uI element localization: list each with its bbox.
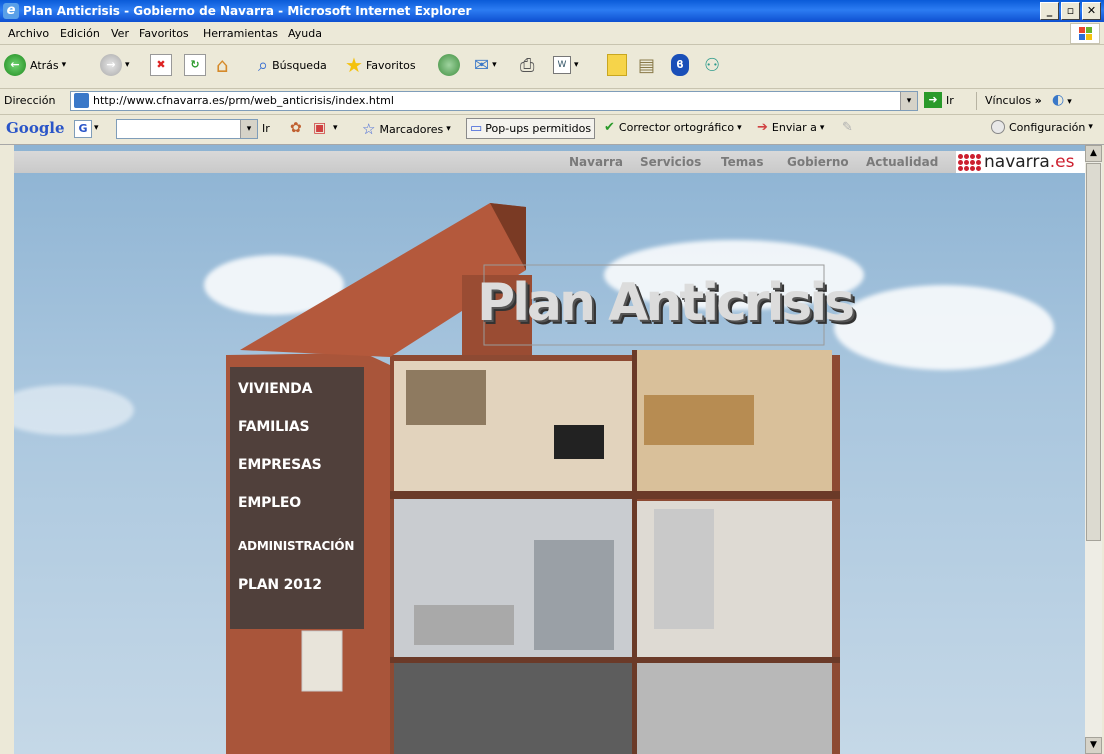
nav-gobierno[interactable]: Gobierno	[787, 155, 849, 169]
ie-icon: e	[3, 3, 19, 19]
notes-icon	[607, 54, 627, 76]
people-icon: ⚇	[704, 54, 721, 76]
pagerank-icon[interactable]: ✿	[290, 120, 302, 136]
navarra-logo[interactable]: navarra.es	[956, 151, 1085, 173]
popup-window-icon: ▭	[470, 121, 483, 136]
messenger-button[interactable]: ▤	[638, 52, 655, 78]
menu-herramientas[interactable]: Herramientas	[203, 27, 278, 40]
menu-edicion[interactable]: Edición	[60, 27, 100, 40]
print-button[interactable]: ⎙	[520, 52, 534, 78]
spellcheck-icon: ✔	[604, 120, 615, 135]
menu-favoritos[interactable]: Favoritos	[139, 27, 189, 40]
address-bar: Dirección http://www.cfnavarra.es/prm/we…	[0, 88, 1104, 115]
bluetooth-button[interactable]: ϐ	[671, 52, 689, 78]
address-dropdown-icon[interactable]: ▾	[900, 92, 917, 110]
address-input[interactable]: http://www.cfnavarra.es/prm/web_anticris…	[70, 91, 918, 111]
toolbox-icon: ▤	[638, 54, 656, 76]
search-icon: ⌕	[258, 54, 269, 76]
popups-button[interactable]: ▭ Pop-ups permitidos	[466, 118, 596, 139]
google-logo: Google	[6, 119, 65, 137]
side-menu: VIVIENDA FAMILIAS EMPRESAS EMPLEO ADMINI…	[230, 367, 364, 629]
people-button[interactable]: ⚇	[704, 52, 720, 78]
settings-icon	[991, 120, 1005, 134]
site-nav: Navarra Servicios Temas Gobierno Actuali…	[14, 151, 1085, 173]
mail-button[interactable]: ✉ ▾	[474, 52, 497, 78]
menu-ayuda[interactable]: Ayuda	[288, 27, 322, 40]
stop-icon: ✖	[150, 54, 172, 76]
globe-icon: ◐	[1052, 92, 1065, 108]
spellcheck-button[interactable]: ✔ Corrector ortográfico ▾	[604, 120, 742, 135]
google-search-dropdown-icon[interactable]: ▾	[240, 120, 257, 138]
menu-empresas[interactable]: EMPRESAS	[238, 457, 322, 473]
send-to-button[interactable]: ➔ Enviar a ▾	[757, 120, 824, 135]
vertical-scrollbar[interactable]: ▲ ▼	[1085, 145, 1102, 754]
translate-button[interactable]: ◐ ▾	[1052, 92, 1072, 108]
send-arrow-icon: ➔	[757, 120, 768, 135]
search-button[interactable]: ⌕ Búsqueda	[258, 52, 327, 78]
refresh-icon: ↻	[184, 54, 206, 76]
page-icon	[74, 93, 89, 108]
nav-servicios[interactable]: Servicios	[640, 155, 701, 169]
settings-button[interactable]: Configuración ▾	[991, 120, 1093, 134]
maximize-button[interactable]: ▫	[1061, 2, 1080, 20]
windows-logo-icon	[1070, 23, 1100, 44]
window-title-bar[interactable]: e Plan Anticrisis - Gobierno de Navarra …	[0, 0, 1104, 22]
page-content: Plan Anticrisis VIVIENDA FAMILIAS EMPRES…	[14, 145, 1085, 754]
window-title: Plan Anticrisis - Gobierno de Navarra - …	[23, 4, 472, 18]
highlighter-icon[interactable]: ✎	[842, 120, 853, 135]
printer-icon: ⎙	[520, 54, 535, 76]
hero-title: Plan Anticrisis	[477, 273, 855, 333]
star-icon: ★	[345, 53, 363, 77]
history-icon	[438, 54, 460, 76]
nav-temas[interactable]: Temas	[721, 155, 763, 169]
menu-ver[interactable]: Ver	[111, 27, 129, 40]
menu-empleo[interactable]: EMPLEO	[238, 495, 301, 511]
back-button[interactable]: ← Atrás ▾	[4, 52, 66, 78]
mail-icon: ✉	[474, 54, 490, 76]
menu-administracion[interactable]: ADMINISTRACIÓN	[238, 539, 354, 553]
menu-plan-2012[interactable]: PLAN 2012	[238, 577, 322, 593]
refresh-button[interactable]: ↻	[184, 52, 206, 78]
go-arrow-icon: ➜	[924, 92, 942, 108]
building-illustration	[226, 203, 840, 754]
google-menu-icon[interactable]: G	[74, 120, 92, 138]
close-button[interactable]: ✕	[1082, 2, 1101, 20]
scroll-up-button[interactable]: ▲	[1085, 145, 1102, 162]
google-toolbar: Google G ▾ ▾ Ir ✿ ▣ ▾ ☆ Marcadores ▾ ▭ Po…	[0, 114, 1104, 145]
menu-archivo[interactable]: Archivo	[8, 27, 49, 40]
home-icon: ⌂	[216, 53, 229, 77]
nav-navarra[interactable]: Navarra	[569, 155, 623, 169]
forward-button[interactable]: → ▾	[100, 52, 130, 78]
scroll-down-button[interactable]: ▼	[1085, 737, 1102, 754]
scroll-thumb[interactable]	[1086, 163, 1101, 541]
menu-familias[interactable]: FAMILIAS	[238, 419, 310, 435]
standard-toolbar: ← Atrás ▾ → ▾ ✖ ↻ ⌂ ⌕ Búsqueda ★ Favoritos…	[0, 44, 1104, 89]
bookmark-star-icon: ☆	[362, 120, 376, 138]
navarra-dots-icon	[958, 154, 982, 171]
minimize-button[interactable]: _	[1040, 2, 1059, 20]
menu-vivienda[interactable]: VIVIENDA	[238, 381, 312, 397]
home-button[interactable]: ⌂	[216, 52, 229, 78]
address-label: Dirección	[4, 94, 56, 107]
google-search-input[interactable]: ▾	[116, 119, 258, 139]
links-button[interactable]: Vínculos »	[985, 94, 1042, 107]
stop-button[interactable]: ✖	[150, 52, 172, 78]
edit-icon: W	[553, 56, 571, 74]
news-icon[interactable]: ▣	[313, 120, 326, 136]
edit-button[interactable]: W ▾	[553, 52, 579, 78]
back-arrow-icon: ←	[4, 54, 26, 76]
nav-actualidad[interactable]: Actualidad	[866, 155, 938, 169]
bookmarks-button[interactable]: ☆ Marcadores ▾	[362, 120, 451, 138]
bluetooth-icon: ϐ	[671, 54, 689, 76]
history-button[interactable]	[438, 52, 460, 78]
go-button[interactable]: ➜ Ir	[924, 92, 954, 108]
forward-arrow-icon: →	[100, 54, 122, 76]
menu-bar: Archivo Edición Ver Favoritos Herramient…	[0, 22, 1104, 45]
favorites-button[interactable]: ★ Favoritos	[345, 52, 416, 78]
notes-button[interactable]	[607, 52, 627, 78]
google-go-button[interactable]: Ir	[262, 122, 270, 135]
